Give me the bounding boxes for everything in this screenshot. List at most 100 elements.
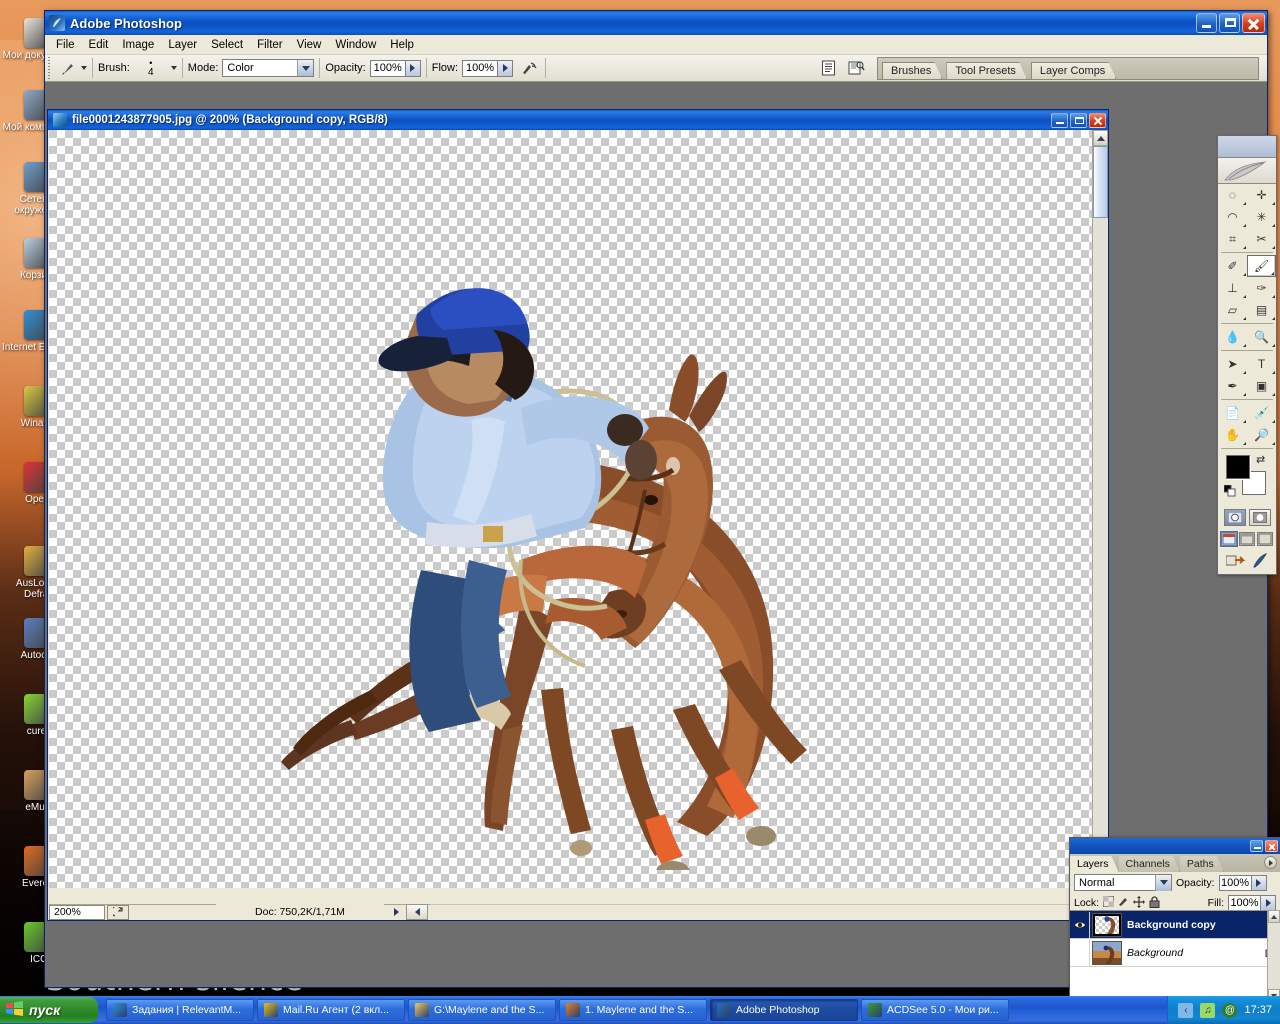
type-tool[interactable]: T	[1247, 353, 1276, 375]
status-expand-button[interactable]	[384, 904, 408, 920]
image-canvas[interactable]	[49, 130, 1092, 888]
palette-tab-layers[interactable]: Layers	[1070, 856, 1119, 872]
shape-tool[interactable]: ▣	[1247, 375, 1276, 397]
document-minimize-button[interactable]	[1051, 112, 1068, 128]
toolbox-drag-handle[interactable]	[1218, 136, 1276, 158]
brush-tool-preset-arrow[interactable]	[81, 66, 87, 70]
palette-title-bar[interactable]	[1070, 838, 1280, 854]
layer-opacity-input[interactable]: 100%	[1218, 874, 1252, 891]
document-info[interactable]: Doc: 750,2K/1,71M	[216, 904, 384, 920]
brush-tool[interactable]: 🖌	[1247, 255, 1276, 277]
close-button[interactable]	[1242, 13, 1265, 33]
document-window[interactable]: file0001243877905.jpg @ 200% (Background…	[47, 109, 1109, 921]
swap-colors-icon[interactable]: ⇄	[1256, 453, 1265, 466]
menu-item-select[interactable]: Select	[204, 37, 250, 53]
menu-item-layer[interactable]: Layer	[161, 37, 204, 53]
photoshop-main-window[interactable]: Adobe Photoshop File Edit Image Layer Select…	[44, 10, 1280, 1024]
crop-tool[interactable]: ⌗	[1218, 228, 1247, 250]
toggle-palettes-icon[interactable]	[817, 57, 839, 79]
layer-visibility-toggle[interactable]	[1070, 911, 1090, 938]
slice-tool[interactable]: ✂	[1247, 228, 1276, 250]
hand-tool[interactable]: ✋	[1218, 424, 1247, 446]
screen-modes[interactable]	[1218, 531, 1276, 547]
canvas-vertical-scrollbar[interactable]	[1092, 130, 1108, 888]
brush-preview[interactable]: • 4	[134, 58, 168, 78]
flow-input[interactable]: 100%	[462, 59, 499, 77]
document-window-controls[interactable]	[1049, 112, 1106, 128]
file-browser-icon[interactable]	[845, 57, 867, 79]
system-tray[interactable]: ‹ ♫ @ 17:37	[1167, 996, 1280, 1024]
layers-scroll-up-button[interactable]	[1268, 910, 1280, 923]
brush-picker-arrow[interactable]	[170, 66, 177, 70]
show-hidden-icons-button[interactable]: ‹	[1178, 1002, 1194, 1018]
standard-screen-mode-button[interactable]	[1220, 531, 1238, 547]
menu-item-window[interactable]: Window	[328, 37, 383, 53]
layer-blend-mode-select[interactable]: Normal	[1074, 874, 1172, 891]
history-brush-tool[interactable]: ✑	[1247, 277, 1276, 299]
window-controls[interactable]	[1196, 13, 1265, 33]
menu-item-help[interactable]: Help	[383, 37, 421, 53]
app-title-bar[interactable]: Adobe Photoshop	[45, 11, 1267, 35]
move-tool[interactable]: ✛	[1247, 184, 1276, 206]
layer-visibility-toggle[interactable]	[1070, 939, 1090, 966]
layer-opacity-group[interactable]: 100%	[1218, 874, 1267, 891]
full-screen-mode-button[interactable]	[1257, 532, 1273, 546]
palette-tab-channels[interactable]: Channels	[1119, 856, 1180, 872]
opacity-input[interactable]: 100%	[369, 59, 406, 77]
chevron-down-icon[interactable]	[1155, 874, 1171, 891]
layers-scrollbar[interactable]	[1267, 910, 1280, 1002]
maximize-button[interactable]	[1219, 13, 1240, 33]
document-status-bar[interactable]: 200%	[49, 904, 216, 920]
opacity-stepper[interactable]	[405, 59, 421, 77]
quick-mask-modes[interactable]	[1218, 509, 1276, 526]
taskbar-item[interactable]: Adobe Photoshop	[710, 999, 858, 1021]
palette-well-tab-layer-comps[interactable]: Layer Comps	[1031, 62, 1116, 79]
layer-fill-stepper[interactable]	[1261, 895, 1276, 911]
lock-image-pixels-icon[interactable]	[1118, 896, 1129, 910]
blend-mode-select[interactable]: Color	[222, 59, 315, 77]
palette-tabs[interactable]: Layers Channels Paths	[1070, 854, 1280, 872]
options-bar[interactable]: Brush: • 4 Mode: Color Opacity: 100% Flo…	[45, 55, 1267, 82]
vertical-scroll-thumb[interactable]	[1093, 146, 1108, 218]
menu-item-image[interactable]: Image	[115, 37, 161, 53]
gradient-tool[interactable]: ▤	[1247, 299, 1276, 321]
tool-grid[interactable]: ◌ ✛ ◠ ✳ ⌗ ✂ ✐ 🖌 ⊥ ✑ ▱ ▤ 💧 🔍 ➤ T ✒ ▣ 📄 💉 ✋ 🔎	[1218, 184, 1276, 451]
eraser-tool[interactable]: ▱	[1218, 299, 1247, 321]
taskbar-item[interactable]: G:\Maylene and the S...	[408, 999, 556, 1021]
toolbox[interactable]: ◌ ✛ ◠ ✳ ⌗ ✂ ✐ 🖌 ⊥ ✑ ▱ ▤ 💧 🔍 ➤ T ✒ ▣ 📄 💉 ✋ 🔎 ⇄	[1217, 135, 1277, 575]
lock-position-icon[interactable]	[1133, 895, 1146, 911]
menu-bar[interactable]: File Edit Image Layer Select Filter View Window…	[45, 35, 1267, 55]
lock-all-icon[interactable]	[1149, 895, 1160, 911]
palette-minimize-button[interactable]	[1250, 840, 1263, 852]
layer-row[interactable]: Background copy	[1070, 911, 1280, 939]
network-icon[interactable]: @	[1222, 1002, 1238, 1018]
taskbar-items[interactable]: Задания | RelevantM... Mail.Ru Агент (2 в…	[106, 999, 1167, 1021]
opacity-field-group[interactable]: 100%	[369, 59, 421, 77]
path-selection-tool[interactable]: ➤	[1218, 353, 1247, 375]
blur-tool[interactable]: 💧	[1218, 326, 1247, 348]
taskbar-item[interactable]: Задания | RelevantM...	[106, 999, 254, 1021]
document-maximize-button[interactable]	[1070, 112, 1087, 128]
layer-fill-input[interactable]: 100%	[1228, 895, 1261, 911]
palette-well-tab-tool-presets[interactable]: Tool Presets	[946, 62, 1027, 79]
clone-stamp-tool[interactable]: ⊥	[1218, 277, 1247, 299]
jump-to-imageready-icon[interactable]	[1218, 553, 1276, 569]
palette-well[interactable]: Brushes Tool Presets Layer Comps	[877, 57, 1259, 80]
magic-wand-tool[interactable]: ✳	[1247, 206, 1276, 228]
default-colors-icon[interactable]	[1223, 484, 1236, 497]
preview-thumbnail-icon[interactable]	[107, 904, 129, 920]
layer-opacity-stepper[interactable]	[1251, 874, 1267, 891]
menu-item-view[interactable]: View	[290, 37, 329, 53]
palette-well-tab-brushes[interactable]: Brushes	[882, 62, 942, 79]
vertical-scroll-track[interactable]	[1093, 218, 1108, 872]
layer-list[interactable]: Background copy Background	[1070, 910, 1280, 1002]
zoom-level-input[interactable]: 200%	[49, 904, 105, 920]
palette-tab-paths[interactable]: Paths	[1180, 856, 1224, 872]
palette-close-button[interactable]	[1265, 840, 1278, 852]
lasso-tool[interactable]: ◠	[1218, 206, 1247, 228]
status-menu-button[interactable]	[406, 904, 428, 920]
clock[interactable]: 17:37	[1244, 1004, 1272, 1016]
volume-icon[interactable]: ♫	[1200, 1002, 1216, 1018]
taskbar-item[interactable]: Mail.Ru Агент (2 вкл...	[257, 999, 405, 1021]
standard-mode-button[interactable]	[1223, 509, 1246, 526]
